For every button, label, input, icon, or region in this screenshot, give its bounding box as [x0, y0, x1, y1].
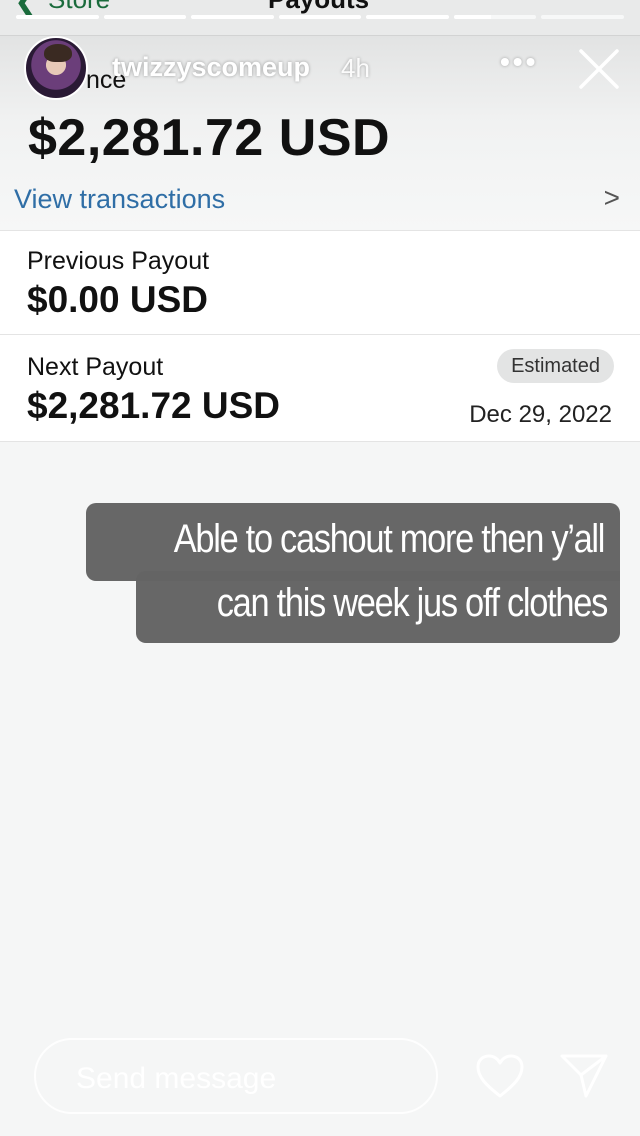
balance-card: nce $2,281.72 USD View transactions >: [0, 36, 640, 230]
story-time: 4h: [341, 53, 370, 83]
send-message-input[interactable]: Send message: [34, 1038, 438, 1114]
progress-segment-fill: [191, 15, 274, 19]
previous-payout-row: Previous Payout $0.00 USD: [0, 230, 640, 334]
progress-segment: [16, 15, 99, 19]
heart-icon[interactable]: [474, 1052, 526, 1100]
progress-segment-fill: [366, 15, 449, 19]
progress-segment: [366, 15, 449, 19]
send-icon[interactable]: [558, 1050, 610, 1100]
previous-payout-label: Previous Payout: [27, 247, 210, 275]
progress-segment-fill: [103, 15, 187, 19]
next-payout-date: Dec 29, 2022: [469, 401, 612, 428]
story-progress-bar: [16, 15, 625, 19]
story-viewer: ❮ Store Payouts nce $2,281.72 USD View t…: [0, 0, 640, 1136]
progress-segment-fill: [453, 15, 492, 19]
progress-segment: [278, 15, 362, 19]
more-horizontal-icon[interactable]: •••: [500, 46, 538, 78]
previous-payout-amount: $0.00 USD: [27, 279, 208, 320]
chevron-right-icon: >: [603, 182, 620, 213]
caption-text-2: can this week jus off clothes: [216, 581, 609, 625]
nav-back-label: Store: [48, 0, 110, 15]
avatar-hair: [44, 44, 72, 62]
next-payout-amount: $2,281.72 USD: [27, 385, 281, 426]
caption-text-1: Able to cashout more then y’all: [173, 517, 606, 561]
story-username[interactable]: twizzyscomeup: [112, 52, 310, 83]
send-message-placeholder: Send message: [76, 1062, 277, 1095]
next-payout-row: Next Payout $2,281.72 USD Estimated Dec …: [0, 334, 640, 442]
next-payout-label: Next Payout: [27, 353, 164, 381]
progress-segment-fill: [16, 15, 99, 19]
progress-segment-fill: [278, 15, 362, 19]
progress-segment: [103, 15, 187, 19]
progress-segment: [191, 15, 274, 19]
avatar[interactable]: [24, 36, 88, 100]
nav-title: Payouts: [268, 0, 369, 15]
progress-segment: [453, 15, 537, 19]
view-transactions-link: View transactions: [14, 184, 226, 214]
caption-line-1: Able to cashout more then y’all: [86, 503, 620, 581]
estimated-badge: Estimated: [497, 349, 614, 383]
caption-line-2: can this week jus off clothes: [136, 571, 620, 643]
close-icon[interactable]: [576, 46, 622, 92]
progress-segment: [541, 15, 625, 19]
balance-amount: $2,281.72 USD: [28, 109, 391, 167]
